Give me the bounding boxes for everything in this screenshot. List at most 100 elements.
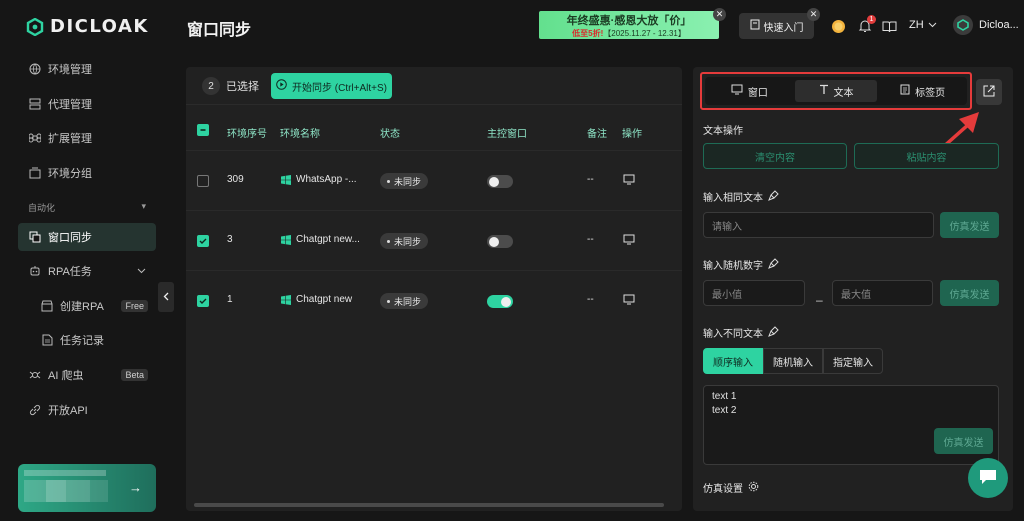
table-row[interactable]: 1 Chatgpt new 未同步 -- [186, 270, 682, 330]
master-window-toggle[interactable] [487, 175, 513, 188]
start-sync-button[interactable]: 开始同步 (Ctrl+Alt+S) [271, 73, 392, 99]
sidebar-item-label: AI 爬虫 [48, 370, 84, 382]
same-text-label: 输入相同文本 [703, 193, 763, 204]
different-text-send-button[interactable]: 仿真发送 [934, 428, 993, 454]
tab-text[interactable]: 文本 [794, 80, 878, 102]
quick-start-button[interactable]: 快速入门 [739, 13, 814, 39]
min-value-input[interactable]: 最小值 [703, 280, 805, 306]
sidebar-section-automation[interactable]: 自动化 ▾ [28, 201, 146, 214]
sidebar-item-label: RPA任务 [48, 266, 92, 278]
different-text-label: 输入不同文本 [703, 329, 763, 340]
row-env-id: 1 [227, 294, 233, 305]
table-row[interactable]: 309 WhatsApp -... 未同步 -- [186, 150, 682, 210]
row-env-name: WhatsApp -... [296, 174, 357, 185]
sidebar-item-create-rpa[interactable]: 创建RPA Free [18, 292, 156, 320]
document-icon [900, 84, 910, 98]
mode-specified[interactable]: 指定输入 [823, 348, 883, 374]
toggle-knob [501, 296, 511, 307]
page-title: 窗口同步 [187, 22, 252, 39]
avatar [953, 15, 973, 35]
horizontal-scrollbar[interactable] [194, 503, 664, 507]
same-text-input[interactable]: 请输入 [703, 212, 934, 238]
clean-brush-icon[interactable] [768, 257, 779, 272]
close-icon: ✕ [715, 9, 724, 19]
sidebar-item-open-api[interactable]: 开放API [18, 396, 156, 424]
same-text-section: 输入相同文本 [703, 189, 779, 204]
sidebar-item-proxy-manage[interactable]: 代理管理 [18, 90, 156, 118]
row-checkbox[interactable] [197, 295, 209, 307]
row-note: -- [587, 174, 594, 185]
sidebar-item-label: 扩展管理 [48, 133, 92, 145]
monitor-icon[interactable] [623, 174, 635, 188]
window-sync-icon [28, 230, 42, 244]
beta-badge: Beta [121, 369, 148, 381]
folders-icon [28, 166, 42, 180]
arrow-right-icon: → [129, 480, 142, 495]
spider-icon [28, 368, 42, 382]
row-checkbox[interactable] [197, 175, 209, 187]
close-icon: ✕ [809, 9, 818, 19]
sidebar-item-window-sync[interactable]: 窗口同步 [18, 223, 156, 251]
row-note: -- [587, 294, 594, 305]
monitor-icon[interactable] [623, 294, 635, 308]
chat-support-button[interactable] [968, 458, 1008, 498]
select-all-checkbox[interactable] [197, 124, 209, 136]
chat-bubble-icon [978, 468, 998, 489]
windows-icon [281, 175, 291, 188]
paste-content-button[interactable]: 粘贴内容 [854, 143, 999, 169]
robot-icon [28, 264, 42, 278]
random-number-section: 输入随机数字 [703, 257, 779, 272]
table-row[interactable]: 3 Chatgpt new... 未同步 -- [186, 210, 682, 270]
max-value-input[interactable]: 最大值 [832, 280, 933, 306]
clean-brush-icon[interactable] [768, 325, 779, 340]
monitor-icon[interactable] [623, 234, 635, 248]
status-text: 未同步 [394, 176, 422, 187]
sync-control-panel: 窗口 文本 标签页 文本操作 清空内容 粘贴内容 输入相同文本 请输入 仿真发送… [693, 67, 1013, 511]
notification-count: 1 [867, 15, 876, 24]
sidebar-item-task-record[interactable]: 任务记录 [18, 326, 156, 354]
same-text-send-button[interactable]: 仿真发送 [940, 212, 999, 238]
banner-close-button[interactable]: ✕ [713, 8, 726, 21]
banner-subtitle: 低至5折!【2025.11.27 - 12.31】 [539, 28, 719, 39]
windows-icon [281, 295, 291, 308]
textarea-line: text 1 [712, 391, 737, 402]
sidebar-item-ai-crawler[interactable]: AI 爬虫 Beta [18, 361, 156, 389]
brand-logo[interactable]: DICLOAK [26, 16, 149, 37]
sidebar-item-label: 窗口同步 [48, 232, 92, 244]
popout-button[interactable] [976, 79, 1002, 105]
mode-random[interactable]: 随机输入 [763, 348, 823, 374]
sidebar-item-env-group[interactable]: 环境分组 [18, 159, 156, 187]
simulation-settings-label: 仿真设置 [703, 484, 743, 495]
mode-sequential[interactable]: 顺序输入 [703, 348, 763, 374]
caret-down-icon: ▾ [141, 201, 146, 211]
tab-tabs[interactable]: 标签页 [881, 80, 964, 102]
language-select[interactable]: ZH [909, 19, 937, 31]
quick-start-close-button[interactable]: ✕ [807, 8, 820, 21]
table-header: 环境序号 环境名称 状态 主控窗口 备注 操作 [186, 119, 682, 143]
master-window-toggle[interactable] [487, 235, 513, 248]
sidebar-item-rpa-task[interactable]: RPA任务 [18, 257, 156, 285]
sidebar-item-env-manage[interactable]: 环境管理 [18, 55, 156, 83]
user-menu[interactable]: Dicloa... [953, 15, 1019, 35]
row-env-name: Chatgpt new [296, 294, 353, 305]
different-text-section: 输入不同文本 [703, 325, 779, 340]
logo-icon [26, 17, 44, 36]
tab-window[interactable]: 窗口 [708, 80, 791, 102]
promo-card[interactable]: → [18, 464, 156, 512]
master-window-toggle[interactable] [487, 295, 513, 308]
promo-banner[interactable]: 年终盛惠·感恩大放「价」 低至5折!【2025.11.27 - 12.31】 [539, 11, 719, 39]
random-number-send-button[interactable]: 仿真发送 [940, 280, 999, 306]
sidebar-collapse-button[interactable] [158, 282, 174, 312]
col-env-id: 环境序号 [227, 129, 267, 140]
clear-content-button[interactable]: 清空内容 [703, 143, 847, 169]
check-icon [199, 298, 207, 304]
sidebar-item-extension-manage[interactable]: 扩展管理 [18, 124, 156, 152]
simulation-settings[interactable]: 仿真设置 [703, 480, 759, 495]
open-book-icon[interactable] [881, 18, 897, 34]
coin-icon[interactable] [830, 18, 846, 34]
status-text: 未同步 [394, 296, 422, 307]
clean-brush-icon[interactable] [768, 189, 779, 204]
globe-icon [28, 62, 42, 76]
row-checkbox[interactable] [197, 235, 209, 247]
tab-label: 文本 [833, 87, 854, 99]
